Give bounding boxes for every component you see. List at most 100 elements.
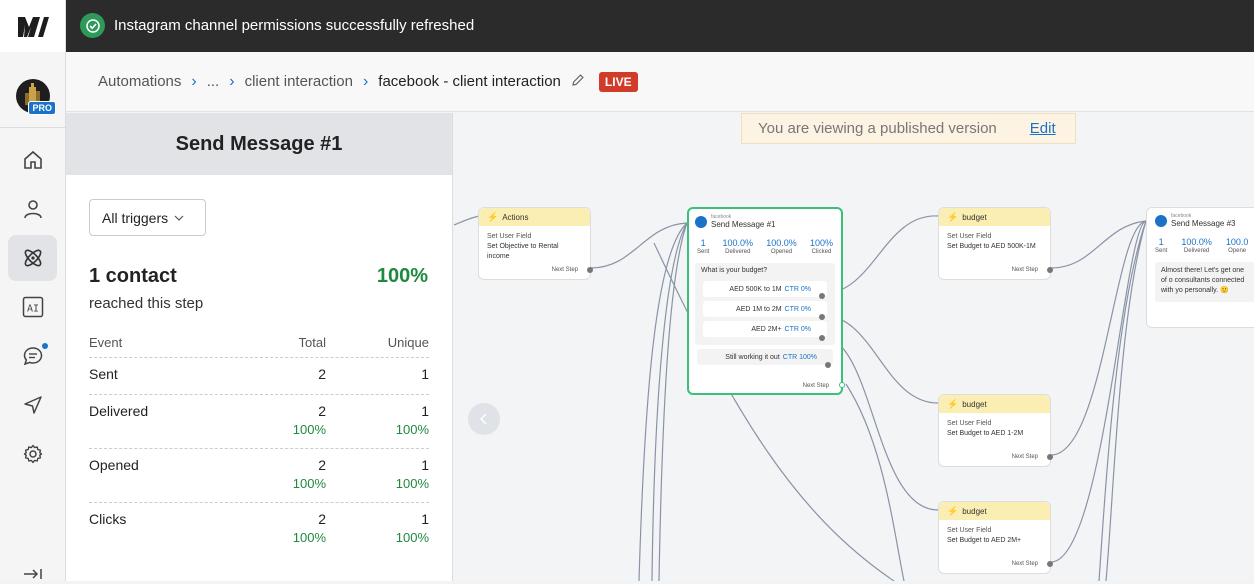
node-output-port[interactable] xyxy=(587,267,593,273)
button-ctr: CTR 0% xyxy=(784,325,811,333)
table-header: Event Total Unique xyxy=(89,328,429,358)
button-ctr: CTR 0% xyxy=(784,305,811,313)
nav-collapse[interactable] xyxy=(8,564,57,584)
stat-sent: 1 Sent xyxy=(697,238,709,255)
breadcrumb-ellipsis[interactable]: ... xyxy=(207,73,220,90)
node-output-port[interactable] xyxy=(1047,267,1053,273)
budget-node[interactable]: ⚡ budget Set User Field Set Budget to AED … xyxy=(938,394,1053,467)
avatar[interactable]: PRO xyxy=(16,79,56,115)
collapse-sidebar-icon xyxy=(23,569,42,579)
chevron-right-icon: › xyxy=(191,72,197,90)
reached-label: reached this step xyxy=(89,295,204,312)
live-badge: LIVE xyxy=(598,71,638,92)
stat-label: Sent xyxy=(697,249,710,255)
home-icon xyxy=(23,150,42,169)
node-output-port[interactable] xyxy=(1047,561,1053,567)
button-ctr: CTR 100% xyxy=(782,353,817,361)
node-body: Set User Field Set Budget to AED 2M+ xyxy=(939,520,1050,552)
button-ctr: CTR 0% xyxy=(784,285,811,293)
event-total: 2 100% xyxy=(236,403,326,440)
app-logo[interactable] xyxy=(0,0,66,52)
node-title: Send Message #1 xyxy=(711,220,776,229)
quick-reply-button[interactable]: AED 2M+ CTR 0% xyxy=(703,321,827,337)
messenger-icon xyxy=(695,215,707,228)
banner-text: You are viewing a published version xyxy=(758,120,997,137)
message-text: Almost there! Let's get one of o consult… xyxy=(1155,262,1254,302)
node-output-port[interactable] xyxy=(1047,454,1053,460)
table-row: Clicks 2 100% 1 100% xyxy=(89,503,429,557)
collapse-panel-button[interactable] xyxy=(468,403,500,435)
node-title: budget xyxy=(962,212,987,222)
table-row: Delivered 2 100% 1 100% xyxy=(89,395,429,449)
node-title: budget xyxy=(962,506,987,516)
node-line: Set User Field xyxy=(487,233,532,240)
quick-reply-button[interactable]: Still working it out CTR 100% xyxy=(697,349,833,365)
stat-label: Opene xyxy=(1228,248,1247,254)
stat-value: 100% xyxy=(809,238,833,248)
gear-icon xyxy=(23,444,42,464)
node-title: budget xyxy=(962,399,987,409)
edit-link[interactable]: Edit xyxy=(1030,120,1056,137)
event-name: Sent xyxy=(89,366,118,382)
node-body: Set User Field Set Budget to AED 500K-1M xyxy=(939,226,1050,258)
actions-node[interactable]: ⚡ Actions Set User Field Set Objective to … xyxy=(478,207,593,280)
node-header: facebook Send Message #3 xyxy=(1147,208,1254,233)
node-output-port[interactable] xyxy=(839,382,845,388)
stat-clicked: 100% Clicked xyxy=(810,238,833,255)
nav-settings[interactable] xyxy=(8,431,57,477)
nav-messages[interactable] xyxy=(8,333,57,379)
button-port[interactable] xyxy=(825,362,831,368)
chevron-right-icon: › xyxy=(229,72,235,90)
trigger-filter-dropdown[interactable]: All triggers xyxy=(89,199,206,236)
button-label: AED 500K to 1M xyxy=(729,285,782,293)
node-line: Set User Field xyxy=(947,233,992,240)
send-message-node[interactable]: facebook Send Message #1 1 Sent 100.0% Deli… xyxy=(687,207,845,395)
breadcrumb-folder[interactable]: client interaction xyxy=(245,73,353,90)
node-header: ⚡ budget xyxy=(939,208,1050,226)
connector-lines xyxy=(454,215,1147,581)
table-row: Sent 2 1 xyxy=(89,358,429,395)
quick-reply-button[interactable]: AED 500K to 1M CTR 0% xyxy=(703,281,827,297)
table-row: Opened 2 100% 1 100% xyxy=(89,449,429,503)
pencil-icon[interactable] xyxy=(571,73,585,91)
unique-value: 1 xyxy=(421,403,429,419)
bolt-icon: ⚡ xyxy=(947,505,959,516)
message-bubble: What is your budget? AED 500K to 1M CTR 0… xyxy=(695,263,835,345)
stat-delivered: 100.0% Delivered xyxy=(723,238,754,255)
node-stats: 1 Sent 100.0% Delivered 100.0% Opened 100% C… xyxy=(689,234,841,259)
published-version-banner: You are viewing a published version Edit xyxy=(741,113,1076,144)
button-label: AED 2M+ xyxy=(751,325,782,333)
node-line: Set Objective to Rental income xyxy=(487,243,559,260)
event-unique: 1 100% xyxy=(326,403,429,440)
quick-reply-button[interactable]: AED 1M to 2M CTR 0% xyxy=(703,301,827,317)
node-title: Actions xyxy=(502,212,529,222)
budget-node[interactable]: ⚡ budget Set User Field Set Budget to AED … xyxy=(938,207,1053,280)
next-step-label: Next Step xyxy=(551,267,578,273)
stat-value: 1 xyxy=(1158,237,1164,247)
button-port[interactable] xyxy=(819,293,825,299)
nav-home[interactable] xyxy=(8,137,57,183)
sidebar-divider xyxy=(0,127,66,128)
button-port[interactable] xyxy=(819,335,825,341)
event-total: 2 100% xyxy=(236,457,326,494)
node-header: ⚡ budget xyxy=(939,395,1050,413)
event-table: Event Total Unique Sent 2 1 Delivered 21… xyxy=(89,328,429,557)
flow-canvas[interactable]: You are viewing a published version Edit… xyxy=(454,113,1254,581)
budget-node[interactable]: ⚡ budget Set User Field Set Budget to AED … xyxy=(938,501,1053,574)
nav-ai[interactable]: AI xyxy=(8,284,57,330)
chevron-down-icon xyxy=(174,215,184,221)
next-step-label: Next Step xyxy=(1011,561,1038,567)
breadcrumb-automations[interactable]: Automations xyxy=(98,73,181,90)
nav-automation[interactable] xyxy=(8,235,57,281)
send-message-3-node[interactable]: facebook Send Message #3 1 Sent 100.0% Deli… xyxy=(1146,207,1254,328)
nav-contacts[interactable] xyxy=(8,186,57,232)
notification-dot xyxy=(42,343,48,349)
total-value: 2 xyxy=(318,511,326,527)
unique-percent: 100% xyxy=(395,476,429,491)
nav-broadcast[interactable] xyxy=(8,382,57,428)
stat-value: 100.0 xyxy=(1225,237,1249,247)
top-bar: Instagram channel permissions successful… xyxy=(0,0,1254,52)
reach-percentage: 100% xyxy=(376,265,428,287)
chat-icon xyxy=(23,347,42,366)
button-port[interactable] xyxy=(819,314,825,320)
